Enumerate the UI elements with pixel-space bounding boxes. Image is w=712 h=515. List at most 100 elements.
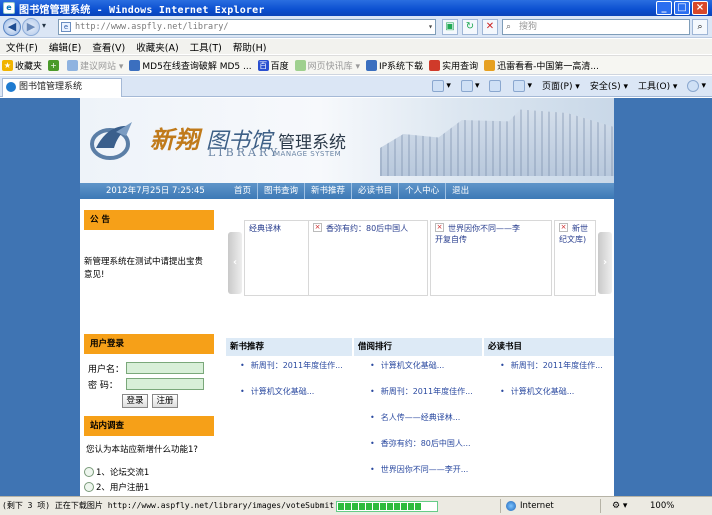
fav-ip-download[interactable]: IP系统下载	[365, 59, 423, 72]
register-button[interactable]: 注册	[152, 394, 178, 408]
address-bar[interactable]: e http://www.aspfly.net/library/ ▾	[58, 19, 436, 35]
loading-progress-bar	[336, 501, 438, 512]
nav-new-books[interactable]: 新书推荐	[305, 183, 353, 199]
tools-menu[interactable]: 工具(O) ▾	[638, 79, 678, 92]
help-icon[interactable]: ▾	[687, 79, 706, 92]
fav-query[interactable]: 实用查询	[429, 59, 478, 72]
page-menu[interactable]: 页面(P) ▾	[542, 79, 580, 92]
list-item[interactable]: 计算机文化基础...	[370, 360, 473, 386]
favorites-button[interactable]: ★ 收藏夹	[2, 59, 42, 72]
menu-help[interactable]: 帮助(H)	[233, 40, 267, 54]
password-label: 密 码：	[88, 381, 118, 391]
menu-file[interactable]: 文件(F)	[6, 40, 38, 54]
progress-block	[352, 503, 358, 510]
progress-block	[387, 503, 393, 510]
safety-menu[interactable]: 安全(S) ▾	[590, 79, 628, 92]
forward-button[interactable]: ▶	[22, 18, 40, 36]
mail-icon[interactable]	[489, 79, 503, 92]
nav-logout[interactable]: 退出	[446, 183, 475, 199]
print-icon[interactable]: ▾	[513, 79, 532, 92]
star-icon: ★	[2, 59, 13, 71]
zoom-level[interactable]: 100%	[650, 497, 674, 515]
list-item[interactable]: 世界因你不同——李开...	[370, 464, 473, 490]
list-item[interactable]: 新周刊：2011年度佳作...	[370, 386, 473, 412]
minimize-button[interactable]: _	[656, 1, 672, 15]
list-item[interactable]: 新周刊：2011年度佳作...	[240, 360, 343, 386]
broken-image-icon: ×	[559, 223, 568, 232]
search-go-button[interactable]: ⌕	[692, 19, 708, 35]
page-viewport: 新翔 图书馆 管理系统 LIBRARY MANAGE SYSTEM 2012年7…	[0, 98, 712, 496]
list-item[interactable]: 计算机文化基础...	[500, 386, 603, 412]
must-read-list: 新周刊：2011年度佳作... 计算机文化基础...	[500, 360, 603, 412]
slider-card[interactable]: × 新世纪文库)	[554, 220, 596, 296]
ie-app-icon: e	[3, 2, 15, 14]
login-header: 用户登录	[84, 334, 214, 354]
radio-button[interactable]	[84, 482, 94, 492]
add-favorite-icon[interactable]: +	[48, 59, 61, 71]
username-input[interactable]	[126, 362, 204, 374]
password-input[interactable]	[126, 378, 204, 390]
progress-block	[394, 503, 400, 510]
progress-block	[408, 503, 414, 510]
survey-option[interactable]: 1、论坛交流1	[84, 466, 149, 478]
compat-view-icon[interactable]: ▣	[442, 19, 458, 35]
fav-xunlei[interactable]: 迅雷看看-中国第一高清...	[484, 59, 599, 72]
protected-mode-icon[interactable]: ⚙ ▾	[612, 497, 627, 515]
back-button[interactable]: ◀	[3, 18, 21, 36]
list-item[interactable]: 香弥有约：80后中国人...	[370, 438, 473, 464]
menu-edit[interactable]: 编辑(E)	[49, 40, 81, 54]
slider-card[interactable]: × 香弥有约：80后中国人	[308, 220, 428, 296]
security-zone[interactable]: Internet	[506, 497, 554, 515]
site-icon	[129, 59, 141, 71]
nav-must-read[interactable]: 必读书目	[352, 183, 400, 199]
progress-block	[380, 503, 386, 510]
list-item[interactable]: 计算机文化基础...	[240, 386, 343, 412]
fav-suggested-sites[interactable]: 建议网站 ▾	[67, 59, 123, 72]
favorites-bar: ★ 收藏夹 + 建议网站 ▾ MD5在线查询破解 MD5 ... 百 百度 网页…	[0, 55, 712, 75]
site-page: 新翔 图书馆 管理系统 LIBRARY MANAGE SYSTEM 2012年7…	[80, 98, 614, 496]
menu-favorites[interactable]: 收藏夹(A)	[136, 40, 178, 54]
menu-tools[interactable]: 工具(T)	[190, 40, 222, 54]
nav-home[interactable]: 首页	[228, 183, 259, 199]
fav-webslice[interactable]: 网页快讯库 ▾	[294, 59, 360, 72]
address-dropdown-icon[interactable]: ▾	[428, 20, 433, 34]
fav-baidu[interactable]: 百 百度	[257, 59, 289, 72]
window-titlebar: e 图书馆管理系统 - Windows Internet Explorer _ …	[0, 0, 712, 16]
site-icon	[365, 59, 377, 71]
search-input[interactable]: ⌕ 搜狗	[502, 19, 690, 35]
menu-bar: 文件(F) 编辑(E) 查看(V) 收藏夹(A) 工具(T) 帮助(H)	[0, 39, 712, 54]
login-button[interactable]: 登录	[122, 394, 148, 408]
progress-block	[366, 503, 372, 510]
list-item[interactable]: 新周刊：2011年度佳作...	[500, 360, 603, 386]
close-window-button[interactable]: ×	[692, 1, 708, 15]
search-icon: ⌕	[506, 22, 512, 32]
progress-block	[359, 503, 365, 510]
nav-personal-center[interactable]: 个人中心	[399, 183, 447, 199]
survey-option[interactable]: 2、用户注册1	[84, 481, 149, 493]
slider-next-button[interactable]: ›	[598, 232, 612, 294]
radio-button[interactable]	[84, 467, 94, 477]
feeds-icon[interactable]: ▾	[460, 79, 479, 92]
stop-icon[interactable]: ✕	[482, 19, 498, 35]
slider-card[interactable]: × 世界因你不同——李开复自传	[430, 220, 552, 296]
survey-question: 您认为本站应新增什么功能1?	[86, 445, 198, 455]
maximize-button[interactable]: □	[674, 1, 690, 15]
window-title: 图书馆管理系统 - Windows Internet Explorer	[19, 4, 265, 16]
webslice-icon	[294, 59, 306, 71]
progress-block	[345, 503, 351, 510]
slider-prev-button[interactable]: ‹	[228, 232, 242, 294]
notice-text: 新管理系统在测试中请提出宝贵意见!	[84, 257, 204, 280]
fav-md5[interactable]: MD5在线查询破解 MD5 ...	[129, 59, 252, 72]
site-logo-icon	[90, 122, 132, 160]
refresh-icon[interactable]: ↻	[462, 19, 478, 35]
menu-view[interactable]: 查看(V)	[92, 40, 125, 54]
xunlei-icon	[484, 59, 496, 71]
ranking-header: 借阅排行	[354, 338, 482, 356]
history-dropdown-icon[interactable]: ▾	[42, 21, 46, 30]
tab-library[interactable]: 图书馆管理系统	[2, 78, 122, 97]
tab-page-icon	[6, 82, 16, 92]
list-item[interactable]: 名人传——经典译林...	[370, 412, 473, 438]
home-icon[interactable]: ▾	[432, 79, 451, 92]
progress-block	[373, 503, 379, 510]
nav-book-search[interactable]: 图书查询	[258, 183, 306, 199]
